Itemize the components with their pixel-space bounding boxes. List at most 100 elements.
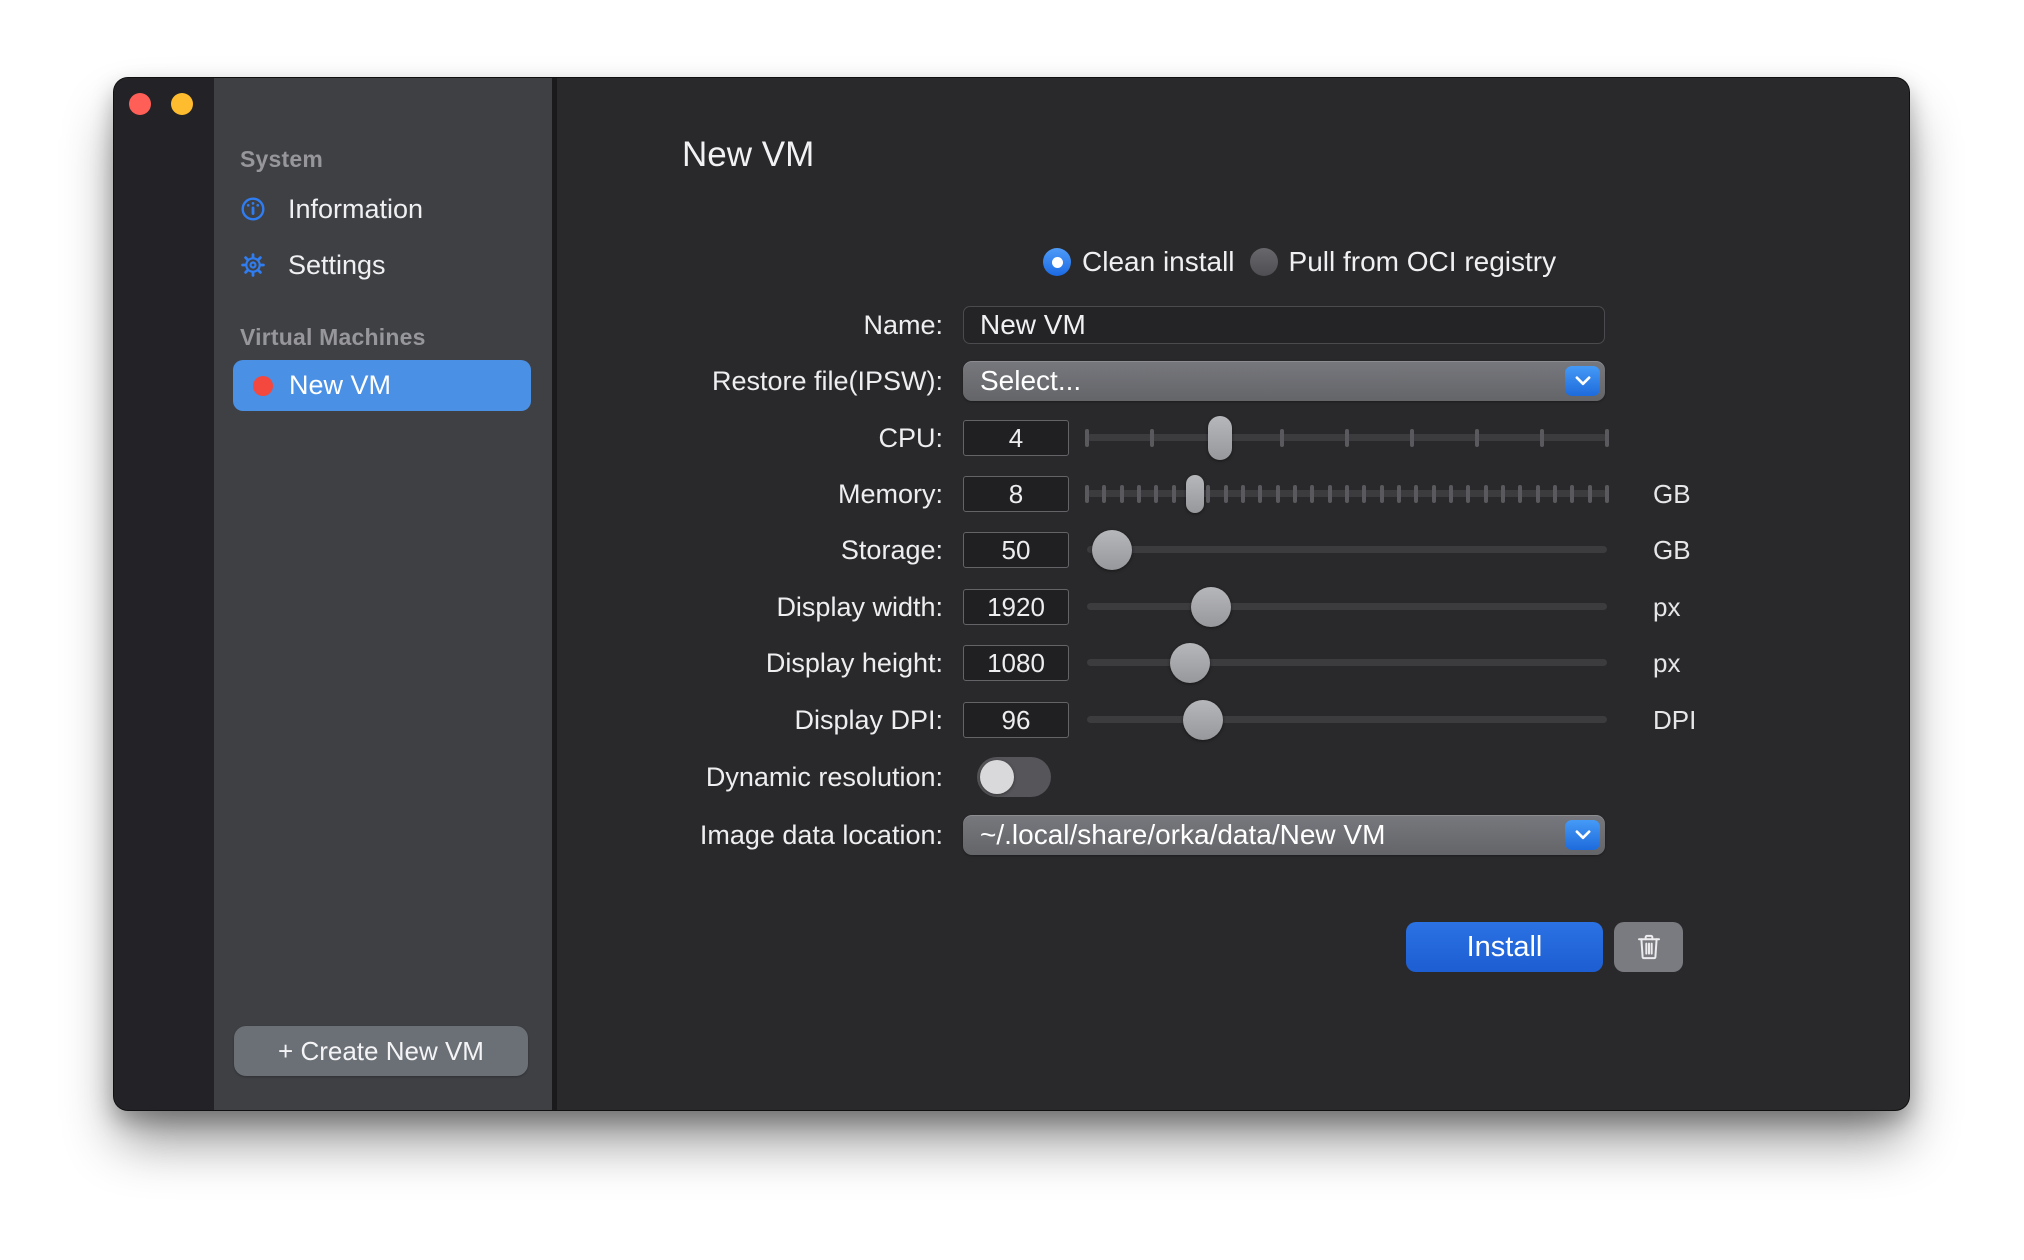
restore-file-label: Restore file(IPSW): xyxy=(711,365,943,396)
cpu-slider[interactable] xyxy=(1085,416,1609,460)
slider-track[interactable] xyxy=(1087,546,1607,553)
display-dpi-label: Display DPI: xyxy=(794,704,943,735)
desktop-background: System Information Settings Virtual Mach… xyxy=(0,0,2024,1260)
gear-icon xyxy=(240,252,266,278)
display-width-value-field[interactable]: 1920 xyxy=(963,589,1069,625)
radio-pull-oci-registry-label[interactable]: Pull from OCI registry xyxy=(1289,246,1557,278)
display-dpi-slider-knob[interactable] xyxy=(1182,700,1223,740)
name-label: Name: xyxy=(863,309,943,340)
image-data-location-dropdown[interactable]: ~/.local/share/orka/data/New VM xyxy=(963,815,1605,855)
gauge-icon xyxy=(240,196,266,222)
cpu-slider-knob[interactable] xyxy=(1208,416,1233,460)
slider-tick xyxy=(1137,485,1141,503)
display-width-slider[interactable] xyxy=(1087,586,1607,628)
form-row-cpu: CPU: 4 xyxy=(614,416,1704,460)
slider-tick xyxy=(1085,429,1089,447)
slider-tick xyxy=(1293,485,1297,503)
trash-icon xyxy=(1633,931,1665,963)
slider-tick xyxy=(1223,485,1228,503)
display-dpi-unit-label: DPI xyxy=(1653,704,1697,735)
sidebar-item-settings[interactable]: Settings xyxy=(240,247,386,283)
radio-pull-oci-registry[interactable] xyxy=(1249,248,1278,276)
memory-label: Memory: xyxy=(837,478,943,509)
chevron-down-icon[interactable] xyxy=(1565,820,1600,850)
image-data-location-label: Image data location: xyxy=(699,819,943,850)
page-title: New VM xyxy=(682,135,815,174)
titlebar-strip xyxy=(114,78,214,1110)
sidebar: System Information Settings Virtual Mach… xyxy=(214,78,552,1110)
slider-tick xyxy=(1119,485,1124,503)
form-row-display-width: Display width: 1920 px xyxy=(614,586,1704,628)
sidebar-item-label: Settings xyxy=(288,249,386,280)
slider-track[interactable] xyxy=(1087,716,1607,723)
slider-tick xyxy=(1466,485,1471,503)
form-row-image-data-location: Image data location: ~/.local/share/orka… xyxy=(614,814,1704,856)
image-data-location-value: ~/.local/share/orka/data/New VM xyxy=(980,819,1386,850)
slider-track[interactable] xyxy=(1087,603,1607,610)
slider-tick xyxy=(1410,429,1414,447)
display-height-unit-label: px xyxy=(1653,647,1681,678)
slider-tick xyxy=(1362,485,1367,503)
delete-vm-button[interactable] xyxy=(1614,922,1683,972)
display-width-slider-knob[interactable] xyxy=(1190,587,1231,627)
storage-value-field[interactable]: 50 xyxy=(963,532,1069,568)
install-mode-radios: Clean install Pull from OCI registry xyxy=(1043,244,1556,280)
storage-unit-label: GB xyxy=(1653,534,1691,565)
dynamic-resolution-toggle[interactable] xyxy=(977,757,1051,797)
cpu-label: CPU: xyxy=(878,422,943,453)
slider-tick xyxy=(1275,485,1280,503)
vm-name-label: New VM xyxy=(289,370,392,400)
slider-tick xyxy=(1605,429,1609,447)
display-dpi-value-field[interactable]: 96 xyxy=(963,702,1069,738)
dynamic-resolution-label: Dynamic resolution: xyxy=(705,761,943,792)
memory-slider[interactable] xyxy=(1085,473,1609,515)
sidebar-item-information[interactable]: Information xyxy=(240,191,423,227)
slider-tick xyxy=(1280,429,1284,447)
sidebar-section-system: System xyxy=(240,146,324,172)
name-input[interactable]: New VM xyxy=(963,306,1605,344)
form-row-storage: Storage: 50 GB xyxy=(614,529,1704,571)
display-height-slider[interactable] xyxy=(1087,642,1607,684)
cpu-value-field[interactable]: 4 xyxy=(963,420,1069,456)
memory-value-field[interactable]: 8 xyxy=(963,476,1069,512)
radio-clean-install[interactable] xyxy=(1043,248,1071,276)
display-height-value-field[interactable]: 1080 xyxy=(963,645,1069,681)
display-dpi-slider[interactable] xyxy=(1087,699,1607,741)
slider-tick xyxy=(1540,429,1544,447)
form-row-restore-file: Restore file(IPSW): Select... xyxy=(614,360,1704,402)
storage-slider[interactable] xyxy=(1087,529,1607,571)
memory-slider-knob[interactable] xyxy=(1186,475,1205,513)
sidebar-item-label: Information xyxy=(288,193,424,224)
slider-tick xyxy=(1518,485,1523,503)
sidebar-section-virtual-machines: Virtual Machines xyxy=(240,324,426,350)
app-window: System Information Settings Virtual Mach… xyxy=(113,77,1910,1111)
display-width-label: Display width: xyxy=(776,591,943,622)
sidebar-divider xyxy=(552,78,557,1110)
slider-tick xyxy=(1397,485,1401,503)
storage-slider-knob[interactable] xyxy=(1091,530,1132,570)
slider-tick xyxy=(1553,485,1557,503)
slider-tick xyxy=(1154,485,1159,503)
slider-tick xyxy=(1414,485,1419,503)
chevron-down-icon[interactable] xyxy=(1565,366,1600,396)
display-height-slider-knob[interactable] xyxy=(1169,643,1210,683)
toggle-knob[interactable] xyxy=(980,760,1014,794)
restore-file-dropdown-value: Select... xyxy=(980,365,1082,396)
restore-file-dropdown[interactable]: Select... xyxy=(963,361,1605,401)
slider-track[interactable] xyxy=(1087,659,1607,666)
radio-clean-install-label[interactable]: Clean install xyxy=(1082,246,1235,278)
close-button[interactable] xyxy=(129,93,151,115)
slider-tick xyxy=(1310,485,1315,503)
slider-tick xyxy=(1150,429,1154,447)
memory-unit-label: GB xyxy=(1653,478,1691,509)
sidebar-item-new-vm[interactable]: New VM xyxy=(233,360,531,411)
vm-status-dot-icon xyxy=(253,375,273,396)
slider-tick xyxy=(1587,485,1592,503)
create-new-vm-button[interactable]: + Create New VM xyxy=(234,1026,528,1076)
name-input-value: New VM xyxy=(980,309,1086,340)
slider-tick xyxy=(1501,485,1505,503)
install-button[interactable]: Install xyxy=(1406,922,1603,972)
storage-label: Storage: xyxy=(840,534,943,565)
form-row-display-height: Display height: 1080 px xyxy=(614,642,1704,684)
minimize-button[interactable] xyxy=(171,93,193,115)
